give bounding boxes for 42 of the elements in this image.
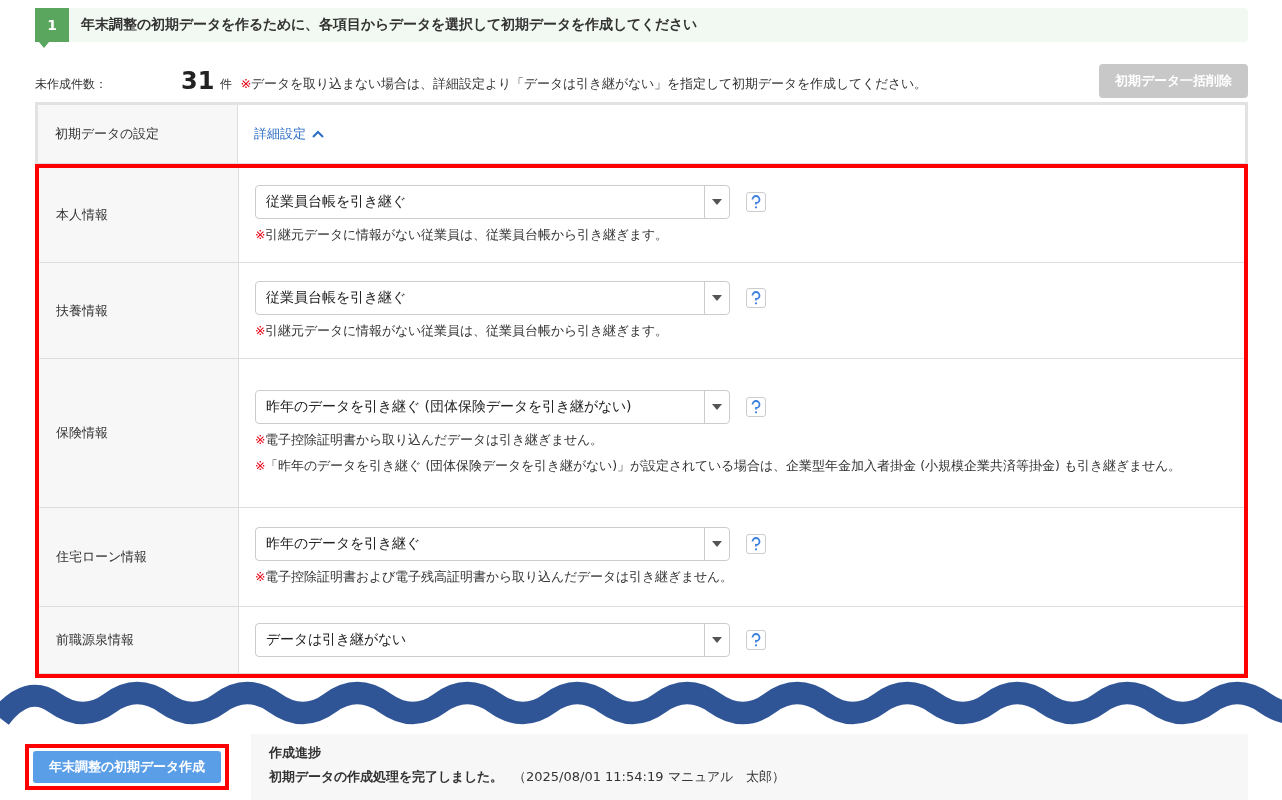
progress-title: 作成進捗 xyxy=(269,744,322,762)
pending-count-label: 未作成件数： xyxy=(35,75,108,93)
note-text: ※電子控除証明書から取り込んだデータは引き継ぎません。 xyxy=(255,431,605,449)
advanced-settings-link[interactable]: 詳細設定 xyxy=(254,125,324,143)
note-text: ※引継元データに情報がない従業員は、従業員台帳から引き継ぎます。 xyxy=(255,321,670,340)
help-button[interactable] xyxy=(746,630,766,650)
help-button[interactable] xyxy=(746,534,766,554)
help-button[interactable] xyxy=(746,192,766,212)
note-text: ※引継元データに情報がない従業員は、従業員台帳から引き継ぎます。 xyxy=(255,226,670,244)
row-label: 本人情報 xyxy=(39,168,239,262)
count-unit: 件 xyxy=(220,75,233,93)
caret-icon xyxy=(712,637,722,643)
question-mark-icon xyxy=(750,537,762,551)
step-title: 年末調整の初期データを作るために、各項目からデータを選択して初期データを作成してください xyxy=(81,16,697,34)
help-button[interactable] xyxy=(746,287,766,308)
progress-message: 初期データの作成処理を完了しました。 xyxy=(269,768,503,786)
dropdown[interactable]: 従業員台帳を引き継ぐ xyxy=(255,280,730,315)
row-label: 前職源泉情報 xyxy=(39,607,239,673)
dropdown[interactable]: 昨年のデータを引き継ぐ (団体保険データを引き継がない) xyxy=(255,390,730,424)
chevron-icon xyxy=(312,130,324,138)
question-mark-icon xyxy=(750,290,762,305)
help-button[interactable] xyxy=(746,397,766,417)
note-text: ※電子控除証明書および電子残高証明書から取り込んだデータは引き継ぎません。 xyxy=(255,568,735,586)
pending-count: 31 xyxy=(181,67,215,95)
notice-text: ※データを取り込まない場合は、詳細設定より「データは引き継がない」を指定して初期データを作成してください。 xyxy=(240,75,929,93)
dropdown[interactable]: データは引き継がない xyxy=(255,623,730,657)
dropdown[interactable]: 昨年のデータを引き継ぐ xyxy=(255,527,730,561)
step-number: 1 xyxy=(35,8,69,48)
settings-label: 初期データの設定 xyxy=(38,105,238,163)
dropdown[interactable]: 従業員台帳を引き継ぐ xyxy=(255,185,730,219)
caret-icon xyxy=(712,294,722,301)
row-label: 扶養情報 xyxy=(39,263,239,358)
note-text: ※「昨年のデータを引き継ぐ (団体保険データを引き継がない)」が設定されている場合は、企業型年金加入者掛金 (小規模企業共済等掛金) も引き継ぎません。 xyxy=(255,457,1182,475)
row-label: 保険情報 xyxy=(39,359,239,507)
question-mark-icon xyxy=(750,633,762,647)
caret-icon xyxy=(712,404,722,410)
row-label: 住宅ローン情報 xyxy=(39,508,239,606)
caret-icon xyxy=(712,199,722,205)
caret-icon xyxy=(712,541,722,547)
question-mark-icon xyxy=(750,400,762,414)
question-mark-icon xyxy=(750,195,762,209)
progress-detail: （2025/08/01 11:54:19 マニュアル 太郎） xyxy=(513,768,785,786)
